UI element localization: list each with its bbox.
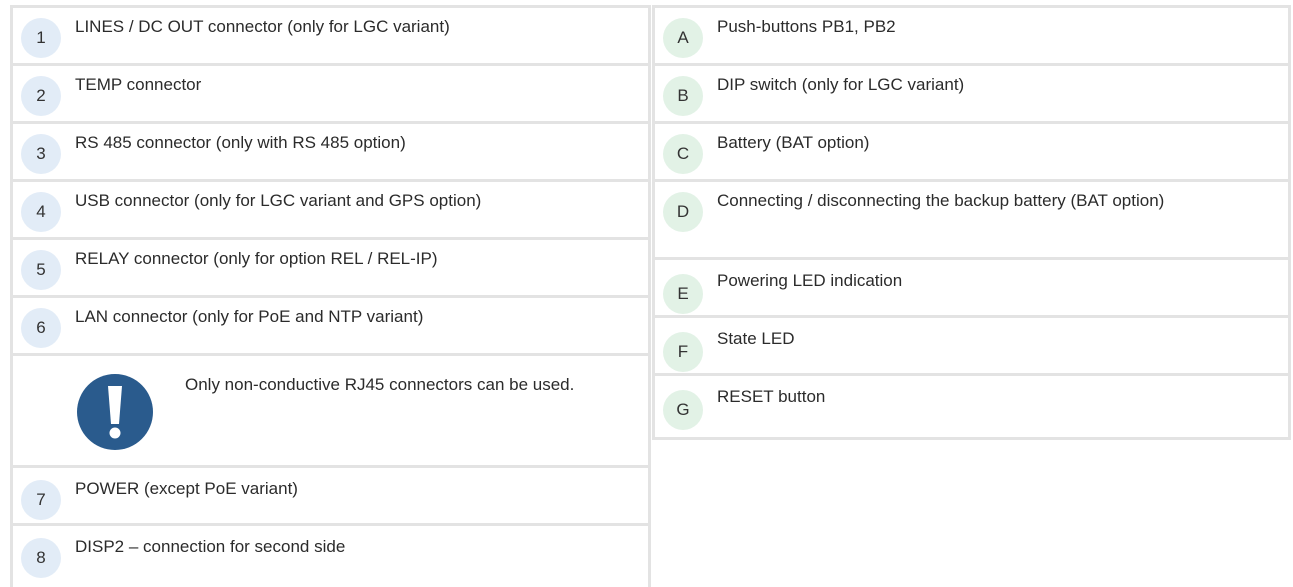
legend-label: State LED xyxy=(717,329,795,348)
legend-row-1: 1 LINES / DC OUT connector (only for LGC… xyxy=(13,8,648,66)
marker-badge: 4 xyxy=(21,192,61,232)
legend-row-a: A Push-buttons PB1, PB2 xyxy=(655,8,1288,66)
left-legend-table: 1 LINES / DC OUT connector (only for LGC… xyxy=(10,5,651,587)
legend-label: RESET button xyxy=(717,387,826,406)
marker-badge: 7 xyxy=(21,480,61,520)
marker-badge: E xyxy=(663,274,703,314)
marker-badge: A xyxy=(663,18,703,58)
marker-badge: 6 xyxy=(21,308,61,348)
legend-label: DIP switch (only for LGC variant) xyxy=(717,75,965,94)
warning-note-text: Only non-conductive RJ45 connectors can … xyxy=(185,375,575,394)
legend-row-6: 6 LAN connector (only for PoE and NTP va… xyxy=(13,298,648,356)
marker-badge: 3 xyxy=(21,134,61,174)
marker-badge: 2 xyxy=(21,76,61,116)
legend-row-f: F State LED xyxy=(655,318,1288,376)
marker-badge: 8 xyxy=(21,538,61,578)
legend-label: Push-buttons PB1, PB2 xyxy=(717,17,896,36)
legend-row-d: D Connecting / disconnecting the backup … xyxy=(655,182,1288,260)
right-legend-table: A Push-buttons PB1, PB2 B DIP switch (on… xyxy=(652,5,1291,440)
legend-label: Powering LED indication xyxy=(717,271,903,290)
warning-note-row: Only non-conductive RJ45 connectors can … xyxy=(13,356,648,468)
legend-row-5: 5 RELAY connector (only for option REL /… xyxy=(13,240,648,298)
legend-row-2: 2 TEMP connector xyxy=(13,66,648,124)
marker-badge: 1 xyxy=(21,18,61,58)
legend-row-7: 7 POWER (except PoE variant) xyxy=(13,468,648,526)
legend-row-c: C Battery (BAT option) xyxy=(655,124,1288,182)
legend-label: Connecting / disconnecting the backup ba… xyxy=(717,191,1165,210)
legend-label: LAN connector (only for PoE and NTP vari… xyxy=(75,307,424,326)
legend-row-8: 8 DISP2 – connection for second side xyxy=(13,526,648,584)
marker-badge: B xyxy=(663,76,703,116)
legend-row-e: E Powering LED indication xyxy=(655,260,1288,318)
exclamation-icon xyxy=(77,374,153,450)
legend-label: POWER (except PoE variant) xyxy=(75,479,298,498)
legend-label: Battery (BAT option) xyxy=(717,133,870,152)
legend-label: USB connector (only for LGC variant and … xyxy=(75,191,482,210)
marker-badge: 5 xyxy=(21,250,61,290)
legend-label: RELAY connector (only for option REL / R… xyxy=(75,249,438,268)
legend-row-b: B DIP switch (only for LGC variant) xyxy=(655,66,1288,124)
marker-badge: C xyxy=(663,134,703,174)
legend-row-4: 4 USB connector (only for LGC variant an… xyxy=(13,182,648,240)
legend-label: TEMP connector xyxy=(75,75,202,94)
marker-badge: D xyxy=(663,192,703,232)
legend-row-3: 3 RS 485 connector (only with RS 485 opt… xyxy=(13,124,648,182)
legend-label: RS 485 connector (only with RS 485 optio… xyxy=(75,133,406,152)
marker-badge: G xyxy=(663,390,703,430)
marker-badge: F xyxy=(663,332,703,372)
legend-row-g: G RESET button xyxy=(655,376,1288,434)
legend-label: DISP2 – connection for second side xyxy=(75,537,346,556)
legend-label: LINES / DC OUT connector (only for LGC v… xyxy=(75,17,450,36)
